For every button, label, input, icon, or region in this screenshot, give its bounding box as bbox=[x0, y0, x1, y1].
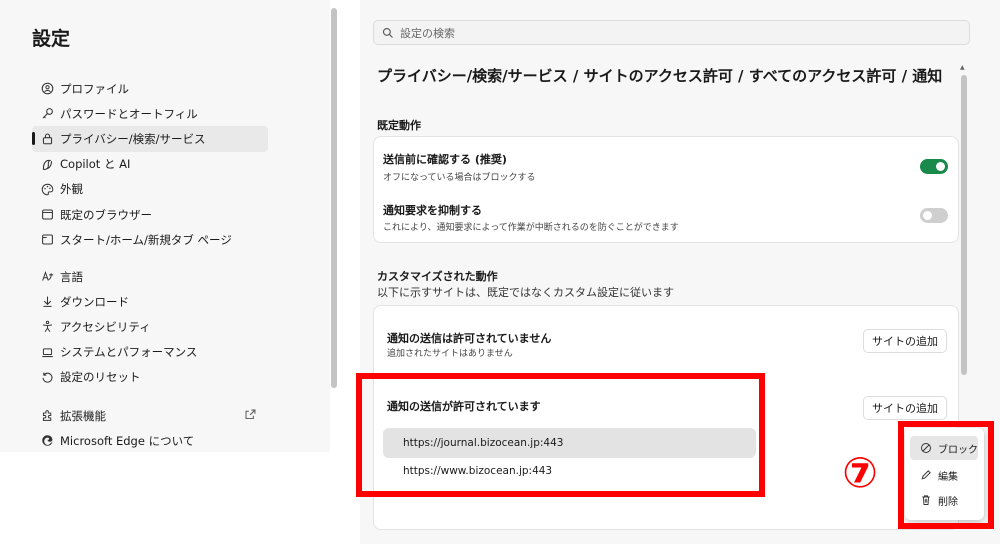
laptop-icon bbox=[40, 345, 54, 359]
default-behavior-heading: 既定動作 bbox=[377, 119, 421, 132]
settings-sidebar: 設定 プロファイル パスワードとオートフィル プライバシー/検索/サービス Co… bbox=[0, 0, 330, 452]
ask-before-send-toggle[interactable] bbox=[920, 159, 948, 174]
sidebar-item-extensions[interactable]: 拡張機能 bbox=[32, 403, 268, 428]
external-link-icon[interactable] bbox=[244, 408, 257, 424]
sidebar-item-privacy[interactable]: プライバシー/検索/サービス bbox=[32, 126, 268, 152]
sidebar-item-label: Copilot と AI bbox=[60, 157, 131, 172]
quiet-requests-title: 通知要求を抑制する bbox=[383, 204, 482, 217]
browser-icon bbox=[40, 208, 54, 222]
ask-before-send-title: 送信前に確認する (推奨) bbox=[383, 153, 507, 166]
edge-icon bbox=[40, 434, 54, 448]
sidebar-item-label: パスワードとオートフィル bbox=[60, 106, 198, 121]
sidebar-item-passwords[interactable]: パスワードとオートフィル bbox=[32, 101, 268, 126]
sidebar-item-downloads[interactable]: ダウンロード bbox=[32, 289, 268, 314]
custom-behavior-heading: カスタマイズされた動作 bbox=[377, 270, 498, 283]
add-blocked-site-button[interactable]: サイトの追加 bbox=[863, 329, 947, 353]
sidebar-item-label: 設定のリセット bbox=[60, 370, 141, 385]
sidebar-item-languages[interactable]: 言語 bbox=[32, 264, 268, 289]
reset-icon bbox=[40, 370, 54, 384]
search-placeholder: 設定の検索 bbox=[400, 26, 455, 40]
add-allowed-site-button[interactable]: サイトの追加 bbox=[863, 396, 947, 420]
sidebar-item-default-browser[interactable]: 既定のブラウザー bbox=[32, 202, 268, 227]
highlight-allowed-sites-box bbox=[356, 373, 765, 497]
sidebar-nav-group-2: 言語 ダウンロード アクセシビリティ システムとパフォーマンス 設定のリセット bbox=[32, 264, 268, 390]
sidebar-item-about-edge[interactable]: Microsoft Edge について bbox=[32, 428, 268, 453]
sidebar-scrollbar[interactable] bbox=[331, 8, 337, 388]
profile-icon bbox=[40, 82, 54, 96]
sidebar-item-label: スタート/ホーム/新規タブ ページ bbox=[60, 232, 232, 247]
sidebar-item-label: 既定のブラウザー bbox=[60, 207, 152, 222]
scroll-up-arrow-icon[interactable]: ▲ bbox=[960, 64, 965, 71]
custom-behavior-subtitle: 以下に示すサイトは、既定ではなくカスタム設定に従います bbox=[377, 286, 674, 299]
palette-icon bbox=[40, 182, 54, 196]
download-icon bbox=[40, 295, 54, 309]
highlight-context-menu-box bbox=[898, 421, 994, 529]
copilot-icon bbox=[40, 157, 54, 171]
sidebar-item-appearance[interactable]: 外観 bbox=[32, 177, 268, 202]
blocked-sites-title: 通知の送信は許可されていません bbox=[387, 332, 552, 345]
sidebar-item-label: 拡張機能 bbox=[60, 408, 106, 423]
sidebar-nav-group-3: 拡張機能 Microsoft Edge について bbox=[32, 403, 268, 453]
sidebar-item-label: プロファイル bbox=[60, 81, 129, 96]
sidebar-nav-group-1: プロファイル パスワードとオートフィル プライバシー/検索/サービス Copil… bbox=[32, 76, 268, 252]
sidebar-item-system[interactable]: システムとパフォーマンス bbox=[32, 340, 268, 365]
accessibility-icon bbox=[40, 320, 54, 334]
sidebar-item-label: アクセシビリティ bbox=[60, 319, 151, 334]
home-page-icon bbox=[40, 233, 54, 247]
sidebar-item-accessibility[interactable]: アクセシビリティ bbox=[32, 314, 268, 339]
search-icon bbox=[382, 27, 394, 39]
sidebar-item-label: ダウンロード bbox=[60, 294, 129, 309]
sidebar-item-label: 外観 bbox=[60, 182, 83, 197]
main-scrollbar[interactable] bbox=[961, 75, 967, 375]
sidebar-item-profile[interactable]: プロファイル bbox=[32, 76, 268, 101]
blocked-sites-empty: 追加されたサイトはありません bbox=[387, 349, 513, 359]
sidebar-item-label: プライバシー/検索/サービス bbox=[60, 131, 206, 146]
breadcrumb: プライバシー/検索/サービス / サイトのアクセス許可 / すべてのアクセス許可… bbox=[377, 67, 943, 85]
ask-before-send-desc: オフになっている場合はブロックする bbox=[383, 173, 536, 183]
lock-icon bbox=[40, 132, 54, 146]
sidebar-item-label: システムとパフォーマンス bbox=[60, 345, 198, 360]
sidebar-item-reset[interactable]: 設定のリセット bbox=[32, 365, 268, 390]
default-behavior-card: 送信前に確認する (推奨) オフになっている場合はブロックする 通知要求を抑制す… bbox=[373, 136, 959, 243]
quiet-requests-toggle[interactable] bbox=[920, 208, 948, 223]
quiet-requests-desc: これにより、通知要求によって作業が中断されるのを防ぐことができます bbox=[383, 223, 679, 233]
language-icon bbox=[40, 270, 54, 284]
settings-search-input[interactable]: 設定の検索 bbox=[373, 20, 970, 45]
key-icon bbox=[40, 107, 54, 121]
step-number-annotation: ⑦ bbox=[842, 448, 878, 497]
sidebar-item-label: 言語 bbox=[60, 269, 83, 284]
sidebar-item-label: Microsoft Edge について bbox=[60, 433, 195, 448]
sidebar-item-start-home[interactable]: スタート/ホーム/新規タブ ページ bbox=[32, 227, 268, 252]
sidebar-item-copilot[interactable]: Copilot と AI bbox=[32, 152, 268, 177]
puzzle-icon bbox=[40, 409, 54, 423]
sidebar-title: 設定 bbox=[32, 28, 71, 50]
